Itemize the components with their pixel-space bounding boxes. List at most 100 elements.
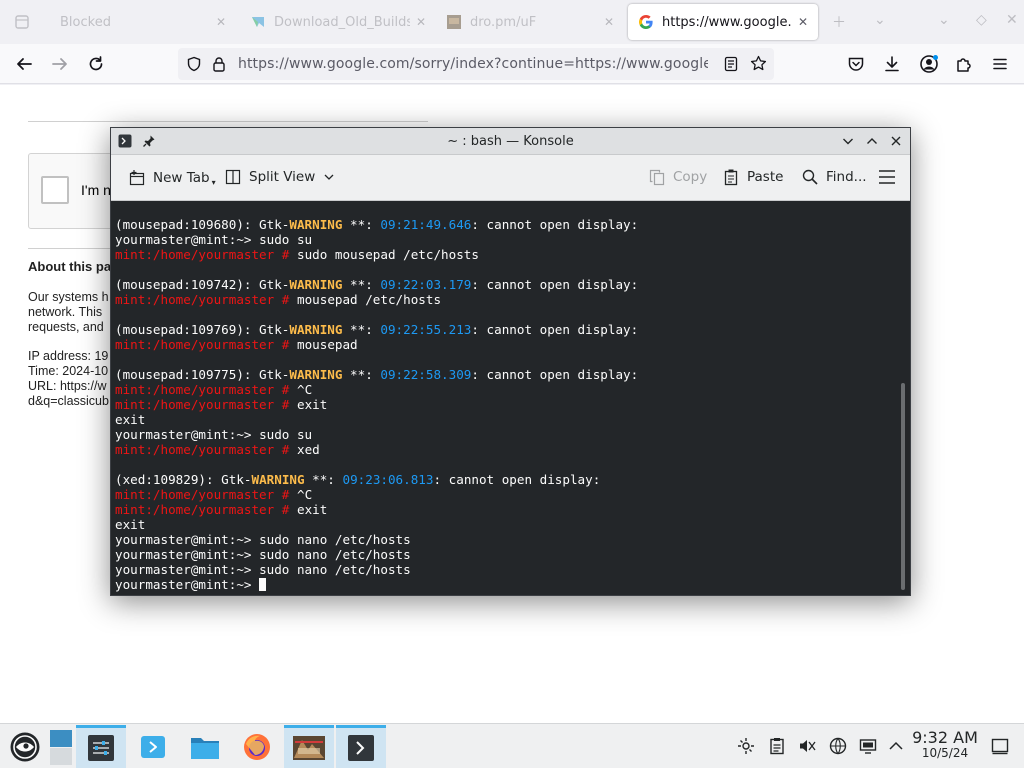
warning-source: (mousepad:109742): Gtk-	[115, 277, 290, 292]
reload-icon	[89, 56, 103, 71]
terminal-line: (mousepad:109769): Gtk-WARNING **: 09:22…	[115, 322, 895, 337]
reload-button[interactable]	[85, 53, 107, 75]
terminal-line: yourmaster@mint:~> sudo su	[115, 232, 895, 247]
display-icon[interactable]	[859, 737, 877, 755]
tab-blocked[interactable]: Blocked ✕	[4, 4, 236, 40]
taskbar-media-app[interactable]	[284, 725, 334, 768]
bookmark-star-icon[interactable]	[750, 55, 767, 72]
terminal-scrollbar[interactable]	[901, 383, 905, 590]
clipboard-icon[interactable]	[768, 737, 786, 755]
warning-label: WARNING	[251, 472, 305, 487]
paste-button[interactable]: Paste	[722, 168, 783, 186]
command-text: xed	[296, 442, 320, 457]
tab-list-icon[interactable]: ⌄	[874, 12, 886, 28]
lock-icon[interactable]	[211, 56, 227, 72]
close-icon[interactable]: ✕	[216, 15, 226, 29]
terminal-line: yourmaster@mint:~>	[115, 577, 895, 592]
tab-title: dro.pm/uF	[470, 14, 537, 30]
paste-label: Paste	[747, 169, 784, 185]
taskbar-konsole[interactable]	[336, 725, 386, 768]
warning-source: (mousepad:109769): Gtk-	[115, 322, 290, 337]
user-prompt: yourmaster@mint:~>	[115, 547, 260, 562]
warning-separator: **:	[342, 277, 381, 292]
image-thumbnail-icon	[446, 14, 462, 30]
split-view-button[interactable]: Split View	[224, 168, 342, 186]
warning-timestamp: 09:22:58.309	[380, 367, 472, 382]
shield-icon[interactable]	[186, 56, 202, 72]
taskbar-firefox[interactable]	[232, 725, 282, 768]
page-icon	[14, 14, 30, 30]
new-tab-icon[interactable]: ＋	[832, 12, 846, 32]
new-tab-icon	[129, 169, 145, 185]
terminal-line: yourmaster@mint:~> sudo nano /etc/hosts	[115, 562, 895, 577]
tray-expand-icon[interactable]	[887, 737, 905, 755]
account-button[interactable]	[918, 53, 940, 75]
warning-timestamp: 09:21:49.646	[380, 217, 472, 232]
find-button[interactable]: Find...	[801, 168, 867, 186]
copy-button[interactable]: Copy	[648, 168, 707, 186]
command-text: exit	[296, 397, 328, 412]
maximize-icon[interactable]: ◇	[976, 12, 987, 28]
close-icon[interactable]: ✕	[416, 15, 426, 29]
recaptcha-checkbox[interactable]	[41, 176, 69, 204]
terminal-line: mint:/home/yourmaster # ^C	[115, 382, 895, 397]
copy-label: Copy	[673, 169, 708, 185]
window-title: ~ : bash — Konsole	[447, 134, 574, 149]
warning-timestamp: 09:23:06.813	[342, 472, 434, 487]
command-text: sudo su	[259, 427, 313, 442]
terminal-line: mint:/home/yourmaster # exit	[115, 397, 895, 412]
terminal-line: yourmaster@mint:~> sudo nano /etc/hosts	[115, 532, 895, 547]
warning-label: WARNING	[289, 217, 343, 232]
pocket-button[interactable]	[845, 53, 867, 75]
tab-google[interactable]: https://www.google.co ✕	[628, 4, 818, 40]
new-tab-button[interactable]: New Tab ▾	[128, 168, 216, 187]
command-text: mousepad /etc/hosts	[296, 292, 442, 307]
url-line[interactable]: URL: https://w	[28, 379, 107, 394]
user-prompt: yourmaster@mint:~>	[115, 427, 260, 442]
url-text[interactable]: https://www.google.com/sorry/index?conti…	[238, 56, 708, 72]
url-bar[interactable]: https://www.google.com/sorry/index?conti…	[178, 48, 774, 80]
window-titlebar[interactable]: ~ : bash — Konsole	[111, 128, 910, 155]
minimize-icon[interactable]	[840, 133, 856, 149]
taskbar-dolphin[interactable]	[180, 725, 230, 768]
warning-message: : cannot open display:	[471, 322, 639, 337]
root-prompt: mint:/home/yourmaster #	[115, 397, 297, 412]
taskbar-discover[interactable]	[128, 725, 178, 768]
close-icon[interactable]: ✕	[604, 15, 614, 29]
close-window-icon[interactable]: ✕	[1006, 12, 1018, 28]
terminal-line: (mousepad:109742): Gtk-WARNING **: 09:22…	[115, 277, 895, 292]
warning-message: : cannot open display:	[471, 277, 639, 292]
terminal-line: mint:/home/yourmaster # mousepad /etc/ho…	[115, 292, 895, 307]
command-text: sudo nano /etc/hosts	[259, 562, 411, 577]
url-line-continued[interactable]: d&q=classicub	[28, 394, 109, 409]
extensions-button[interactable]	[953, 53, 975, 75]
user-prompt: yourmaster@mint:~>	[115, 577, 260, 592]
app-menu-button[interactable]	[989, 53, 1011, 75]
desktop-pager[interactable]	[48, 725, 74, 768]
application-launcher-button[interactable]	[2, 725, 48, 768]
minimize-icon[interactable]: ⌄	[938, 12, 950, 28]
kde-connect-icon[interactable]	[737, 737, 755, 755]
tab-dro-pm[interactable]: dro.pm/uF ✕	[436, 4, 624, 40]
konsole-menu-button[interactable]	[878, 169, 903, 185]
terminal-output[interactable]: (mousepad:109680): Gtk-WARNING **: 09:21…	[111, 201, 910, 595]
about-heading: About this pa	[28, 259, 112, 274]
close-icon[interactable]: ✕	[798, 15, 808, 29]
maximize-icon[interactable]	[864, 133, 880, 149]
network-icon[interactable]	[829, 737, 847, 755]
download-icon	[885, 56, 899, 72]
taskbar-system-settings[interactable]	[76, 725, 126, 768]
tab-download-old-builds[interactable]: Download_Old_Builds ✕	[240, 4, 436, 40]
show-desktop-icon[interactable]	[991, 737, 1009, 755]
reader-view-icon[interactable]	[723, 56, 739, 72]
digital-clock[interactable]: 9:32 AM 10/5/24	[906, 728, 984, 760]
downloads-button[interactable]	[881, 53, 903, 75]
media-app-icon	[293, 736, 325, 760]
back-button[interactable]	[13, 53, 35, 75]
close-icon[interactable]	[888, 133, 904, 149]
forward-button[interactable]	[49, 53, 71, 75]
arrow-right-icon	[52, 58, 67, 70]
volume-muted-icon[interactable]	[798, 737, 816, 755]
search-icon	[802, 169, 818, 185]
terminal-line: (mousepad:109775): Gtk-WARNING **: 09:22…	[115, 367, 895, 382]
